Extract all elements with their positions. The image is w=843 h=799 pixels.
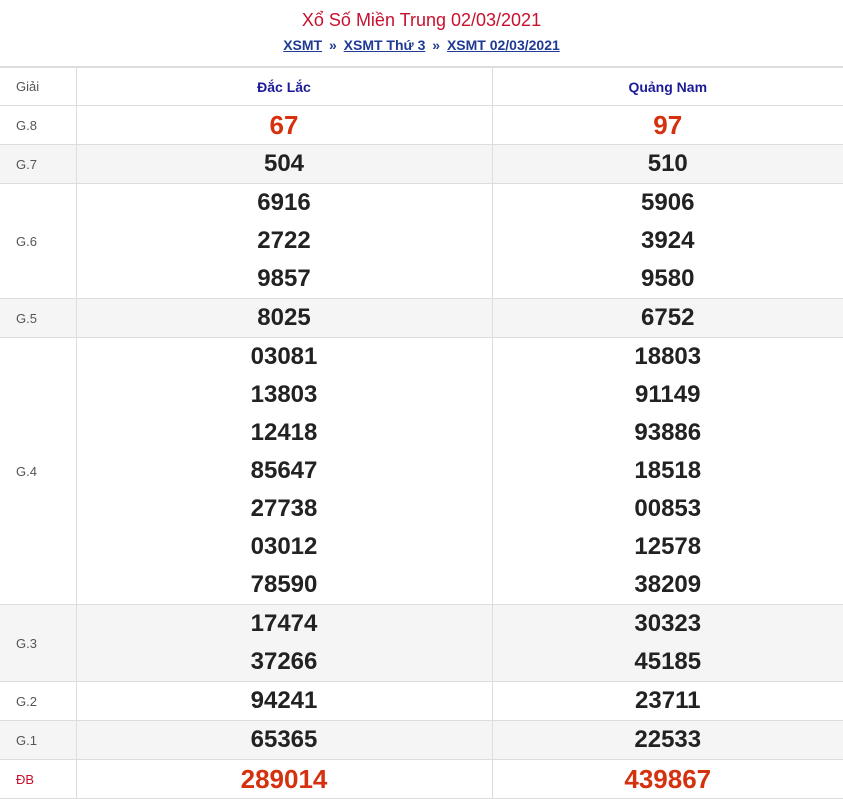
result-number: 37266: [250, 648, 318, 675]
page-header: Xổ Số Miền Trung 02/03/2021 XSMT » XSMT …: [0, 0, 843, 67]
province-header-quang-nam: Quảng Nam: [491, 67, 843, 106]
result-number: 510: [647, 150, 688, 177]
result-number: 67: [269, 110, 299, 140]
prize-label: G.5: [0, 298, 77, 338]
result-number: 94241: [250, 687, 318, 714]
breadcrumb-link-xsmt-date[interactable]: XSMT 02/03/2021: [447, 37, 560, 53]
table-row: G.4 03081 13803 12418 85647 27738 03012 …: [0, 337, 843, 605]
results-table: Giải Đắc Lắc Quảng Nam G.8 67 97 G.7 504…: [0, 67, 843, 799]
result-number: 2722: [257, 227, 311, 254]
breadcrumb-link-xsmt[interactable]: XSMT: [283, 37, 322, 53]
table-row: G.6 6916 2722 9857 5906 3924 9580: [0, 183, 843, 299]
table-row: G.3 17474 37266 30323 45185: [0, 604, 843, 682]
result-number: 9580: [641, 265, 695, 292]
table-row: ĐB 289014 439867: [0, 759, 843, 799]
result-number: 5906: [641, 189, 695, 216]
result-number: 22533: [634, 726, 702, 753]
table-header-row: Giải Đắc Lắc Quảng Nam: [0, 67, 843, 106]
table-row: G.2 94241 23711: [0, 681, 843, 721]
result-number: 45185: [634, 648, 702, 675]
result-number: 18803: [634, 343, 702, 370]
prize-label: G.6: [0, 183, 77, 299]
result-number: 9857: [257, 265, 311, 292]
result-number: 8025: [257, 304, 311, 331]
result-number: 97: [653, 110, 683, 140]
result-number: 12418: [250, 419, 318, 446]
breadcrumb-separator: »: [432, 37, 441, 53]
prize-column-header: Giải: [0, 67, 77, 106]
breadcrumb-separator: »: [328, 37, 337, 53]
result-number: 38209: [634, 571, 702, 598]
result-number: 30323: [634, 610, 702, 637]
special-prize-number: 439867: [624, 764, 712, 794]
table-row: G.7 504 510: [0, 144, 843, 184]
prize-label: G.8: [0, 105, 77, 145]
result-number: 3924: [641, 227, 695, 254]
table-row: G.1 65365 22533: [0, 720, 843, 760]
prize-label: G.1: [0, 720, 77, 760]
result-number: 504: [263, 150, 305, 177]
result-number: 00853: [634, 495, 702, 522]
prize-label: G.4: [0, 337, 77, 605]
result-number: 13803: [250, 381, 318, 408]
special-prize-number: 289014: [240, 764, 328, 794]
table-row: G.5 8025 6752: [0, 298, 843, 338]
result-number: 93886: [634, 419, 702, 446]
result-number: 27738: [250, 495, 318, 522]
result-number: 03081: [250, 343, 318, 370]
prize-label: G.7: [0, 144, 77, 184]
result-number: 6916: [257, 189, 311, 216]
province-header-dac-lac: Đắc Lắc: [75, 67, 493, 106]
result-number: 17474: [250, 610, 318, 637]
breadcrumb-link-xsmt-thu-3[interactable]: XSMT Thứ 3: [344, 37, 426, 53]
prize-label-special: ĐB: [0, 759, 77, 799]
result-number: 6752: [641, 304, 695, 331]
result-number: 65365: [250, 726, 318, 753]
result-number: 85647: [250, 457, 318, 484]
result-number: 78590: [250, 571, 318, 598]
prize-label: G.3: [0, 604, 77, 682]
result-number: 23711: [635, 687, 701, 714]
table-row: G.8 67 97: [0, 105, 843, 145]
result-number: 18518: [634, 457, 702, 484]
result-number: 91149: [635, 381, 701, 408]
page-title: Xổ Số Miền Trung 02/03/2021: [301, 10, 542, 30]
result-number: 12578: [634, 533, 702, 560]
breadcrumb: XSMT » XSMT Thứ 3 » XSMT 02/03/2021: [0, 36, 843, 54]
prize-label: G.2: [0, 681, 77, 721]
result-number: 03012: [250, 533, 318, 560]
